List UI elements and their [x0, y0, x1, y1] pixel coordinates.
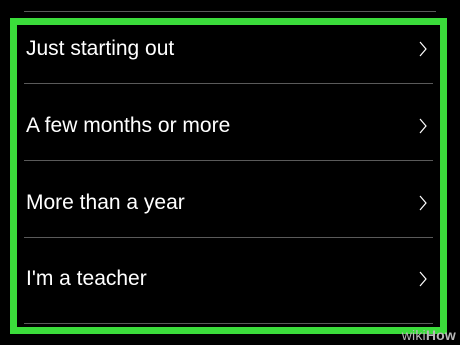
wikihow-watermark: wikiHow [402, 327, 456, 343]
watermark-part1: wiki [401, 327, 426, 343]
option-label: I'm a teacher [26, 267, 147, 290]
chevron-right-icon [419, 118, 427, 134]
top-divider [24, 11, 436, 12]
option-label: A few months or more [26, 114, 231, 137]
option-just-starting-out[interactable]: Just starting out [24, 25, 433, 84]
watermark-part2: How [425, 327, 456, 343]
option-teacher[interactable]: I'm a teacher [24, 238, 433, 324]
chevron-right-icon [419, 41, 427, 57]
option-screen: Just starting out A few months or more M… [0, 0, 460, 345]
option-list: Just starting out A few months or more M… [17, 25, 440, 327]
option-label: More than a year [26, 191, 185, 214]
chevron-right-icon [419, 271, 427, 287]
option-a-few-months[interactable]: A few months or more [24, 84, 433, 161]
option-more-than-a-year[interactable]: More than a year [24, 161, 433, 238]
option-label: Just starting out [26, 37, 175, 60]
chevron-right-icon [419, 195, 427, 211]
